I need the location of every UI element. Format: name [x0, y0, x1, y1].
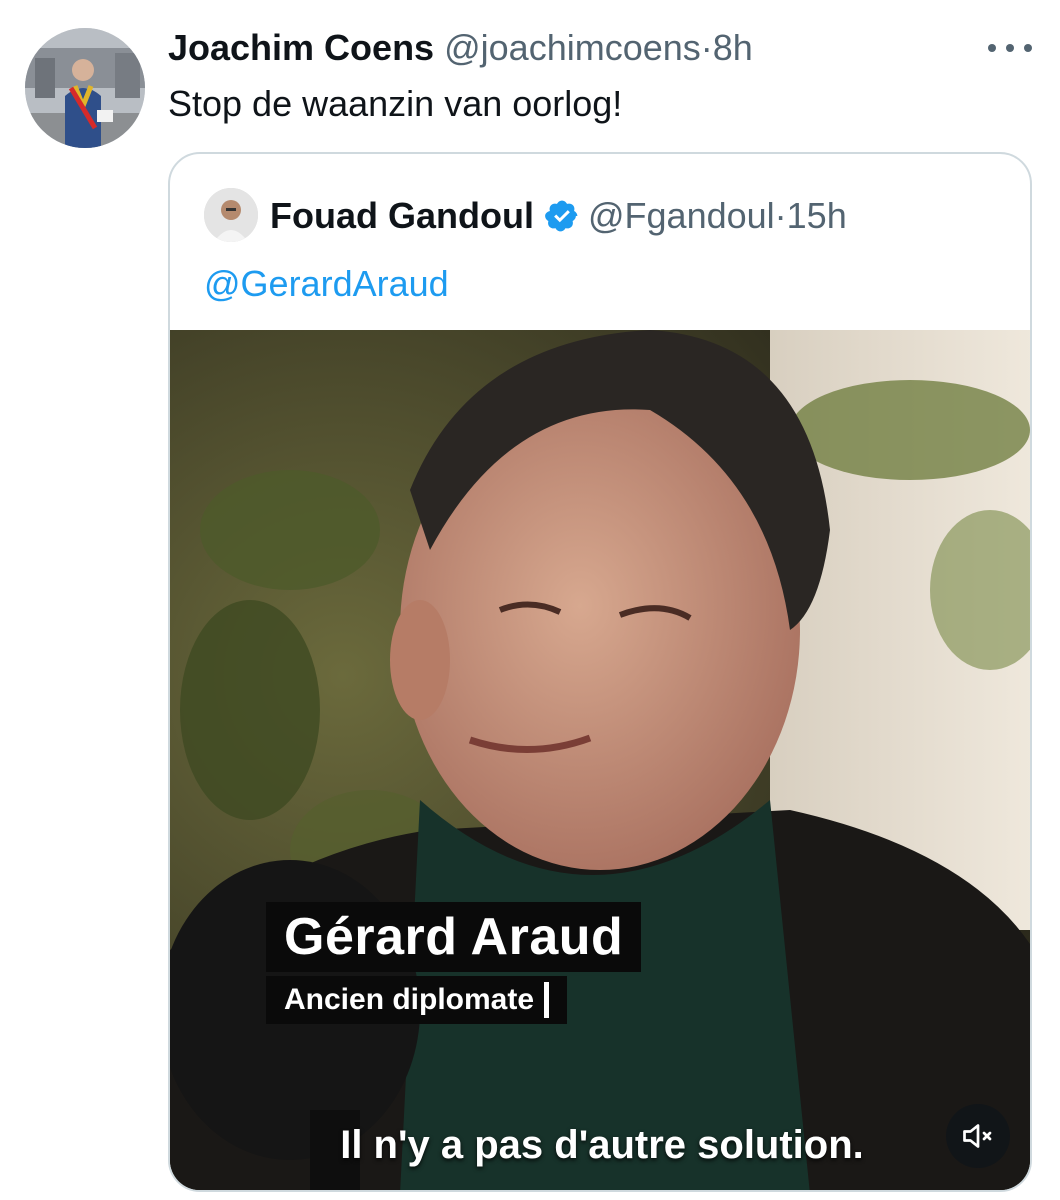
video-subtitle: Il n'y a pas d'autre solution.: [340, 1123, 864, 1167]
text-cursor: [544, 982, 550, 1018]
separator-dot: ·: [700, 27, 713, 68]
mention-link[interactable]: @GerardAraud: [204, 262, 449, 306]
more-dot: [1006, 44, 1014, 52]
more-dot: [1024, 44, 1032, 52]
more-dot: [988, 44, 996, 52]
author-handle[interactable]: @joachimcoens: [444, 27, 701, 68]
speaker-muted-icon[interactable]: [946, 1104, 1010, 1168]
video-caption-name: Gérard Araud: [266, 902, 642, 972]
video-frame: [170, 330, 1030, 1190]
quoted-tweet-timestamp[interactable]: 15h: [787, 194, 847, 238]
tweet-text: Stop de waanzin van oorlog!: [168, 83, 623, 124]
quoted-author-avatar[interactable]: [204, 188, 258, 242]
quoted-author-handle[interactable]: @Fgandoul: [588, 194, 775, 238]
quoted-author-name[interactable]: Fouad Gandoul: [270, 194, 534, 238]
tweet-timestamp[interactable]: 8h: [713, 27, 753, 68]
video-caption-role-text: Ancien diplomate: [284, 983, 535, 1016]
verified-badge-icon: [544, 198, 580, 234]
author-name[interactable]: Joachim Coens: [168, 27, 434, 68]
video-player[interactable]: Gérard Araud Ancien diplomate Il n'y a p…: [170, 330, 1030, 1190]
quoted-tweet-card[interactable]: Fouad Gandoul @Fgandoul · 15h @GerardAraud: [168, 152, 1032, 1192]
tweet-header: Joachim Coens @joachimcoens·8h: [168, 26, 753, 70]
author-avatar[interactable]: [25, 28, 145, 148]
more-horizontal-icon[interactable]: [988, 40, 1032, 56]
separator-dot: ·: [774, 195, 787, 236]
quoted-tweet-header: Fouad Gandoul @Fgandoul · 15h: [270, 194, 847, 238]
video-caption-role: Ancien diplomate: [266, 976, 568, 1024]
